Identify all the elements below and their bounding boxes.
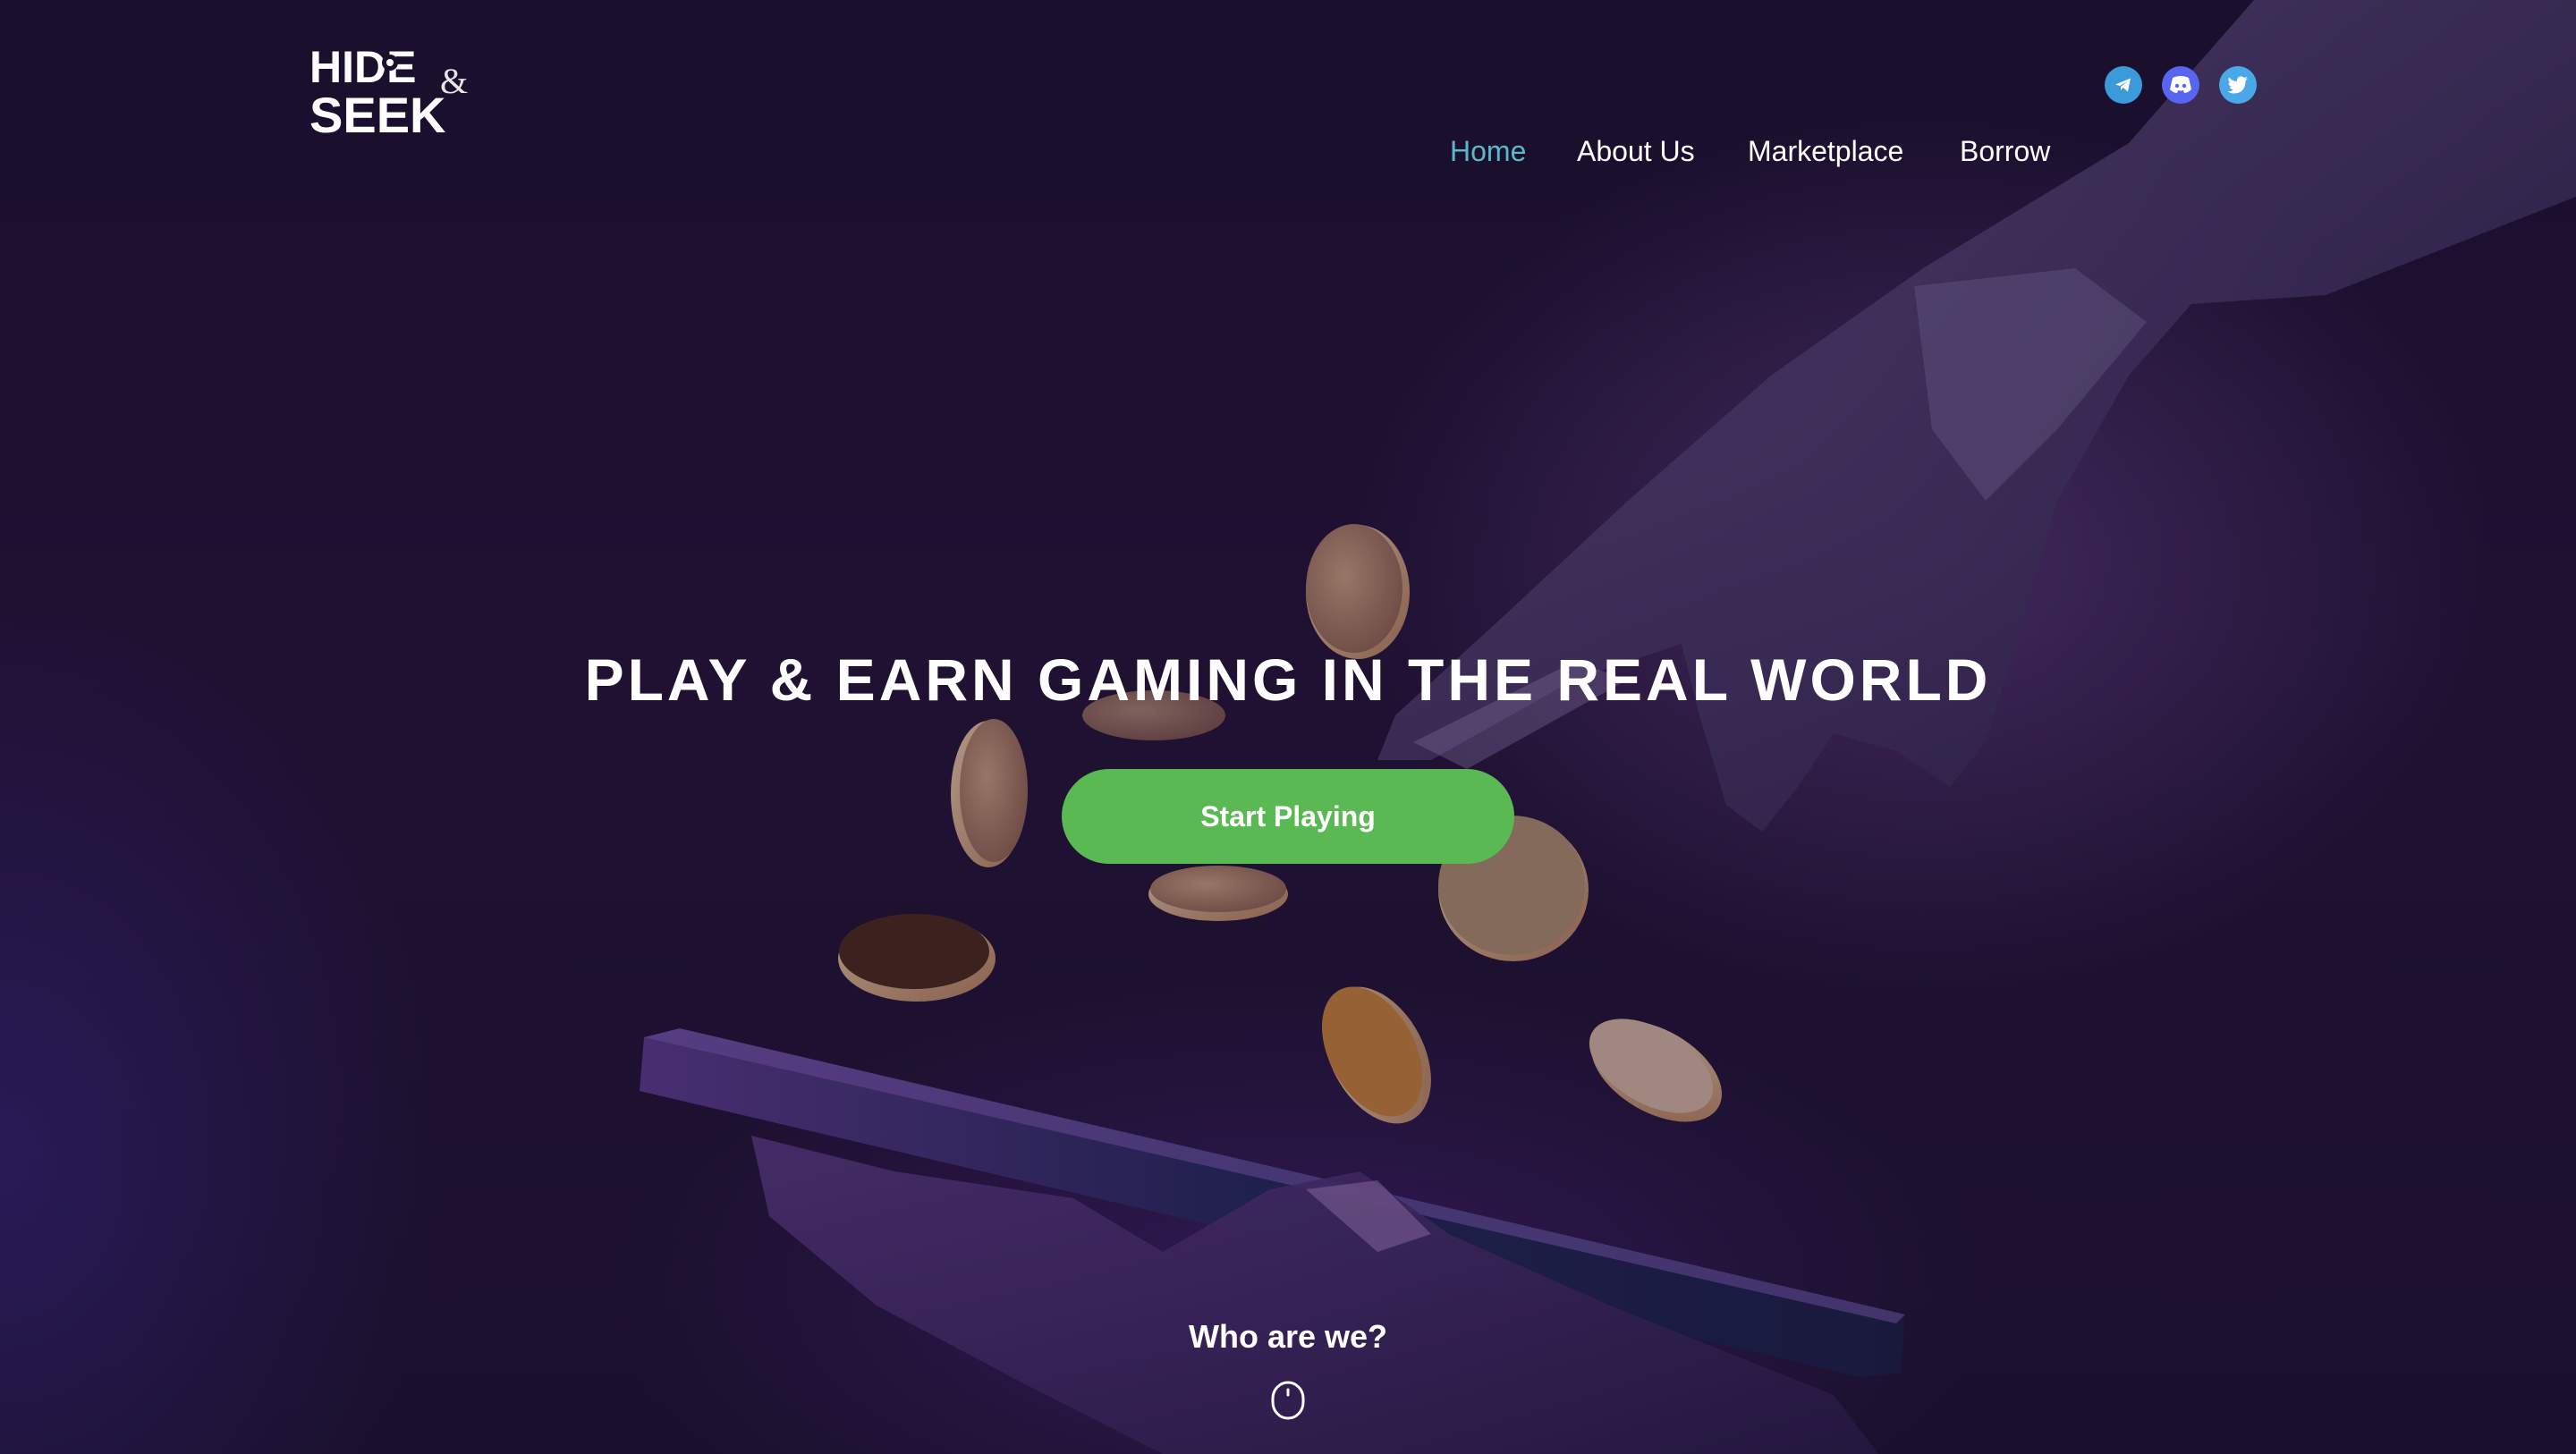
telegram-glyph <box>2115 78 2131 92</box>
discord-icon[interactable] <box>2162 66 2199 104</box>
nav-home-link[interactable]: Home <box>1450 129 1526 173</box>
telegram-icon[interactable] <box>2105 66 2142 104</box>
twitter-glyph <box>2227 76 2248 94</box>
nav-marketplace-link[interactable]: Marketplace <box>1748 129 1903 173</box>
svg-text:&: & <box>440 61 468 101</box>
who-are-we-link[interactable]: Who are we? <box>0 1318 2576 1356</box>
hero-headline-bold: PLAY & EARN <box>584 647 1018 713</box>
nav-borrow-link[interactable]: Borrow <box>1960 129 2050 173</box>
hero-headline: PLAY & EARN GAMING IN THE REAL WORLD <box>0 646 2576 714</box>
hide-and-seek-logo[interactable]: HIDE SEEK & <box>308 36 478 141</box>
nav-about-link[interactable]: About Us <box>1577 129 1695 173</box>
hero-headline-rest: GAMING IN THE REAL WORLD <box>1038 647 1992 713</box>
svg-text:SEEK: SEEK <box>309 87 446 141</box>
start-playing-button[interactable]: Start Playing <box>1062 769 1514 864</box>
svg-text:HIDE: HIDE <box>309 42 416 92</box>
hero-background-image <box>0 0 2576 1454</box>
twitter-icon[interactable] <box>2219 66 2257 104</box>
mouse-scroll-icon[interactable] <box>1271 1381 1305 1420</box>
hero-section: HIDE SEEK & Home About Us Marketplace Bo… <box>0 0 2576 1454</box>
discord-glyph <box>2170 76 2191 93</box>
